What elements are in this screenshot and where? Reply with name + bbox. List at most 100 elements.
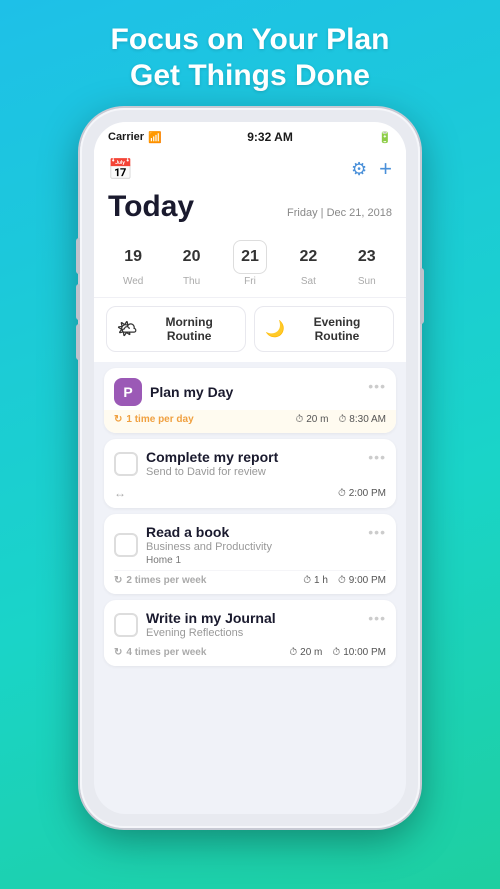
arrow-icon: ↔ <box>114 486 126 500</box>
book-tag: Home 1 <box>146 555 360 566</box>
task-journal-main: Write in my Journal Evening Reflections … <box>104 600 396 643</box>
journal-meta: ↻ 4 times per week ⏱ 20 m ⏱ 10:00 PM <box>104 643 396 666</box>
filter-icon[interactable]: ⚙ <box>351 159 367 180</box>
cal-day-num-23: 23 <box>350 240 384 274</box>
book-duration: ⏱ 1 h <box>303 575 328 586</box>
clock-icon-6: ⏱ <box>289 647 297 658</box>
carrier-label: Carrier <box>108 131 144 143</box>
journal-checkbox[interactable] <box>114 613 138 637</box>
cal-label-fri: Fri <box>244 276 256 287</box>
plan-day-info: Plan my Day <box>150 384 360 400</box>
cal-label-sun: Sun <box>358 276 376 287</box>
clock-icon-7: ⏱ <box>332 647 340 658</box>
status-bar: Carrier 📶 9:32 AM 🔋 <box>94 122 406 148</box>
journal-more[interactable]: ••• <box>368 610 386 626</box>
cal-day-sat[interactable]: 22 Sat <box>286 240 330 287</box>
morning-routine-button[interactable]: 🌤 Morning Routine <box>106 306 246 352</box>
cal-label-thu: Thu <box>183 276 200 287</box>
report-time-text: 2:00 PM <box>349 488 386 499</box>
book-frequency: ↻ 2 times per week <box>114 575 206 586</box>
clock-icon-4: ⏱ <box>303 575 311 586</box>
cal-day-num-19: 19 <box>116 240 150 274</box>
plan-day-icon: P <box>114 378 142 406</box>
report-meta-right: ⏱ 2:00 PM <box>338 488 386 499</box>
task-report-main: Complete my report Send to David for rev… <box>104 439 396 482</box>
calendar-strip: 19 Wed 20 Thu 21 Fri 22 Sat 23 Sun <box>94 234 406 298</box>
status-left: Carrier 📶 <box>108 131 162 144</box>
book-title: Read a book <box>146 524 360 540</box>
report-meta-left: ↔ <box>114 486 126 500</box>
report-more[interactable]: ••• <box>368 449 386 465</box>
cal-day-num-21: 21 <box>233 240 267 274</box>
book-checkbox[interactable] <box>114 533 138 557</box>
repeat-icon-2: ↻ <box>114 575 122 586</box>
time-display: 9:32 AM <box>247 130 293 144</box>
repeat-icon: ↻ <box>114 414 122 425</box>
plan-day-title: Plan my Day <box>150 384 360 400</box>
journal-dur-text: 20 m <box>300 647 322 658</box>
hero-section: Focus on Your Plan Get Things Done <box>91 0 410 108</box>
journal-frequency: ↻ 4 times per week <box>114 647 206 658</box>
cal-day-num-20: 20 <box>175 240 209 274</box>
app-content: 📅 ⚙ + Today Friday | Dec 21, 2018 19 Wed… <box>94 148 406 672</box>
clock-icon-2: ⏱ <box>338 414 346 425</box>
cal-day-num-22: 22 <box>291 240 325 274</box>
today-title: Today <box>108 190 194 224</box>
report-time: ⏱ 2:00 PM <box>338 488 386 499</box>
morning-icon: 🌤 <box>117 319 137 339</box>
date-label: Friday | Dec 21, 2018 <box>287 207 392 219</box>
cal-label-sat: Sat <box>301 276 316 287</box>
add-icon[interactable]: + <box>379 156 392 182</box>
plan-day-meta: ↻ 1 time per day ⏱ 20 m ⏱ 8:30 AM <box>104 410 396 433</box>
top-nav: 📅 ⚙ + <box>94 148 406 188</box>
journal-duration: ⏱ 20 m <box>289 647 322 658</box>
report-info: Complete my report Send to David for rev… <box>146 449 360 478</box>
report-checkbox[interactable] <box>114 452 138 476</box>
book-meta-right: ⏱ 1 h ⏱ 9:00 PM <box>303 575 386 586</box>
task-journal: Write in my Journal Evening Reflections … <box>104 600 396 666</box>
journal-title: Write in my Journal <box>146 610 360 626</box>
hero-line1: Focus on Your Plan <box>111 23 390 56</box>
book-dur-text: 1 h <box>314 575 328 586</box>
calendar-icon[interactable]: 📅 <box>108 157 133 182</box>
journal-info: Write in my Journal Evening Reflections <box>146 610 360 639</box>
report-subtitle: Send to David for review <box>146 466 360 478</box>
tasks-area: P Plan my Day ••• ↻ 1 time per day <box>94 362 406 672</box>
wifi-icon: 📶 <box>148 131 162 144</box>
phone-screen: Carrier 📶 9:32 AM 🔋 📅 ⚙ + Today Friday |… <box>94 122 406 814</box>
evening-routine-button[interactable]: 🌙 Evening Routine <box>254 306 394 352</box>
cal-day-fri[interactable]: 21 Fri <box>228 240 272 287</box>
journal-time-text: 10:00 PM <box>343 647 386 658</box>
journal-time: ⏱ 10:00 PM <box>332 647 386 658</box>
book-subtitle: Business and Productivity <box>146 541 360 553</box>
report-meta: ↔ ⏱ 2:00 PM <box>104 482 396 508</box>
battery-icon: 🔋 <box>378 131 392 144</box>
cal-day-thu[interactable]: 20 Thu <box>170 240 214 287</box>
plan-day-time: ⏱ 8:30 AM <box>338 414 386 425</box>
phone-mockup: Carrier 📶 9:32 AM 🔋 📅 ⚙ + Today Friday |… <box>80 108 420 828</box>
cal-day-sun[interactable]: 23 Sun <box>345 240 389 287</box>
plan-day-freq-text: 1 time per day <box>126 414 193 425</box>
book-more[interactable]: ••• <box>368 524 386 540</box>
report-title: Complete my report <box>146 449 360 465</box>
cal-label-wed: Wed <box>123 276 143 287</box>
nav-right-icons: ⚙ + <box>351 156 392 182</box>
evening-label: Evening Routine <box>291 315 383 343</box>
evening-icon: 🌙 <box>265 319 285 339</box>
cal-day-wed[interactable]: 19 Wed <box>111 240 155 287</box>
book-meta: ↻ 2 times per week ⏱ 1 h ⏱ 9:00 PM <box>104 571 396 594</box>
plan-day-time-text: 8:30 AM <box>349 414 386 425</box>
plan-day-duration: ⏱ 20 m <box>295 414 328 425</box>
task-book-main: Read a book Business and Productivity Ho… <box>104 514 396 570</box>
status-right: 🔋 <box>378 131 392 144</box>
task-plan-day-main: P Plan my Day ••• <box>104 368 396 410</box>
plan-day-more[interactable]: ••• <box>368 378 386 394</box>
routine-bar: 🌤 Morning Routine 🌙 Evening Routine <box>94 298 406 362</box>
journal-freq-text: 4 times per week <box>126 647 206 658</box>
clock-icon-5: ⏱ <box>338 575 346 586</box>
morning-label: Morning Routine <box>143 315 235 343</box>
task-plan-day: P Plan my Day ••• ↻ 1 time per day <box>104 368 396 433</box>
book-time-text: 9:00 PM <box>349 575 386 586</box>
plan-day-frequency: ↻ 1 time per day <box>114 414 194 425</box>
book-info: Read a book Business and Productivity Ho… <box>146 524 360 566</box>
